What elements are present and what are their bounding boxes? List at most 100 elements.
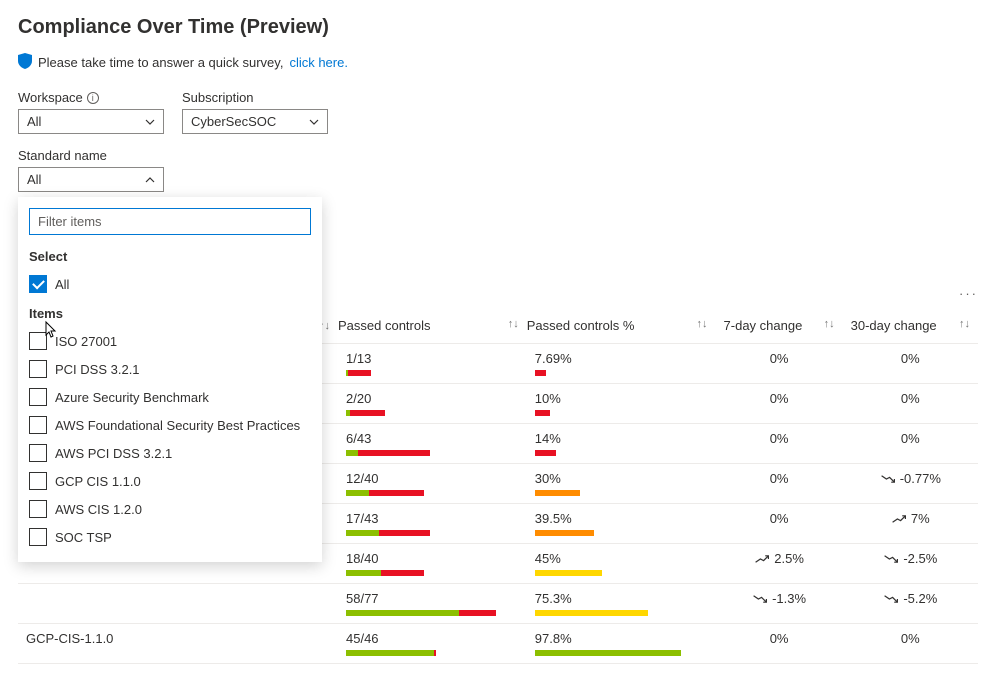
dropdown-item[interactable]: GCP CIS 1.1.0 [19,467,321,495]
dropdown-item-label: GCP CIS 1.1.0 [55,474,141,489]
dropdown-filter-input[interactable] [29,208,311,235]
column-header-7day[interactable]: 7-day change↑↓ [716,312,843,344]
row-pct: 14% [527,424,716,464]
checkbox-icon [29,444,47,462]
row-7day: 0% [716,344,843,384]
row-30day: -2.5% [843,544,978,584]
row-passed: 58/77 [338,584,527,624]
row-passed: 12/40 [338,464,527,504]
dropdown-item[interactable]: AWS PCI DSS 3.2.1 [19,439,321,467]
row-7day: 0% [716,384,843,424]
dropdown-item[interactable]: SOC TSP [19,523,321,551]
dropdown-item[interactable]: AWS CIS 1.2.0 [19,495,321,523]
row-pct: 30% [527,464,716,504]
workspace-label: Workspace i [18,90,164,105]
table-row[interactable]: 58/7775.3%-1.3%-5.2% [18,584,978,624]
chevron-down-icon [145,117,155,127]
column-header-30day[interactable]: 30-day change↑↓ [843,312,978,344]
trend-down-icon [883,593,899,605]
sort-icon: ↑↓ [824,318,835,330]
standard-value: All [27,172,41,187]
dropdown-all-item[interactable]: All [19,270,321,298]
dropdown-item[interactable]: ISO 27001 [19,327,321,355]
checkbox-icon [29,360,47,378]
chevron-down-icon [309,117,319,127]
page-title: Compliance Over Time (Preview) [18,16,978,39]
trend-down-icon [883,553,899,565]
workspace-label-text: Workspace [18,90,83,105]
dropdown-all-label: All [55,277,69,292]
row-passed: 45/46 [338,624,527,664]
info-icon[interactable]: i [87,92,99,104]
subscription-label: Subscription [182,90,328,105]
row-30day: 0% [843,624,978,664]
row-7day: 0% [716,504,843,544]
pct-bar [535,650,685,656]
dropdown-item-label: Azure Security Benchmark [55,390,209,405]
row-passed: 18/40 [338,544,527,584]
subscription-select[interactable]: CyberSecSOC [182,109,328,134]
row-7day: 0% [716,464,843,504]
passed-bar [346,490,496,496]
dropdown-item[interactable]: AWS Foundational Security Best Practices [19,411,321,439]
row-7day: 2.5% [716,544,843,584]
trend-up-icon [754,553,770,565]
checkbox-icon [29,528,47,546]
survey-text: Please take time to answer a quick surve… [38,55,283,70]
trend-down-icon [880,473,896,485]
row-7day: -1.3% [716,584,843,624]
checkbox-icon [29,416,47,434]
row-30day: 0% [843,424,978,464]
workspace-filter: Workspace i All [18,90,164,134]
column-header-pct[interactable]: Passed controls %↑↓ [527,312,716,344]
table-row[interactable]: GCP-CIS-1.1.045/4697.8%0%0% [18,624,978,664]
column-30day-label: 30-day change [851,318,937,333]
pct-bar [535,450,685,456]
passed-bar [346,530,496,536]
trend-up-icon [891,513,907,525]
pct-bar [535,530,685,536]
standard-filter: Standard name All Select All Items ISO 2… [18,148,978,192]
column-pct-label: Passed controls % [527,318,635,333]
survey-bar: Please take time to answer a quick surve… [18,53,978,72]
survey-link[interactable]: click here. [289,55,348,70]
row-pct: 75.3% [527,584,716,624]
passed-bar [346,450,496,456]
column-header-passed[interactable]: Passed controls↑↓ [338,312,527,344]
pct-bar [535,570,685,576]
passed-bar [346,370,496,376]
passed-bar [346,610,496,616]
standard-select[interactable]: All [18,167,164,192]
standard-dropdown-panel: Select All Items ISO 27001PCI DSS 3.2.1A… [18,197,322,562]
dropdown-item-label: AWS CIS 1.2.0 [55,502,142,517]
dropdown-item-label: PCI DSS 3.2.1 [55,362,140,377]
trend-down-icon [752,593,768,605]
row-30day: -0.77% [843,464,978,504]
workspace-value: All [27,114,41,129]
passed-bar [346,570,496,576]
pct-bar [535,370,685,376]
row-passed: 17/43 [338,504,527,544]
row-pct: 7.69% [527,344,716,384]
dropdown-item-label: AWS Foundational Security Best Practices [55,418,300,433]
sort-icon: ↑↓ [508,318,519,330]
pct-bar [535,490,685,496]
checkbox-icon [29,332,47,350]
passed-bar [346,650,496,656]
row-name: GCP-CIS-1.1.0 [18,624,338,664]
dropdown-item[interactable]: PCI DSS 3.2.1 [19,355,321,383]
row-30day: 0% [843,384,978,424]
dropdown-item-label: SOC TSP [55,530,112,545]
standard-label: Standard name [18,148,978,163]
row-passed: 6/43 [338,424,527,464]
more-actions-button[interactable]: ··· [959,286,978,301]
passed-bar [346,410,496,416]
row-pct: 10% [527,384,716,424]
workspace-select[interactable]: All [18,109,164,134]
subscription-filter: Subscription CyberSecSOC [182,90,328,134]
row-7day: 0% [716,424,843,464]
dropdown-item[interactable]: Azure Security Benchmark [19,383,321,411]
dropdown-items-label: Items [19,298,321,327]
checkbox-icon [29,500,47,518]
shield-icon [18,53,32,72]
